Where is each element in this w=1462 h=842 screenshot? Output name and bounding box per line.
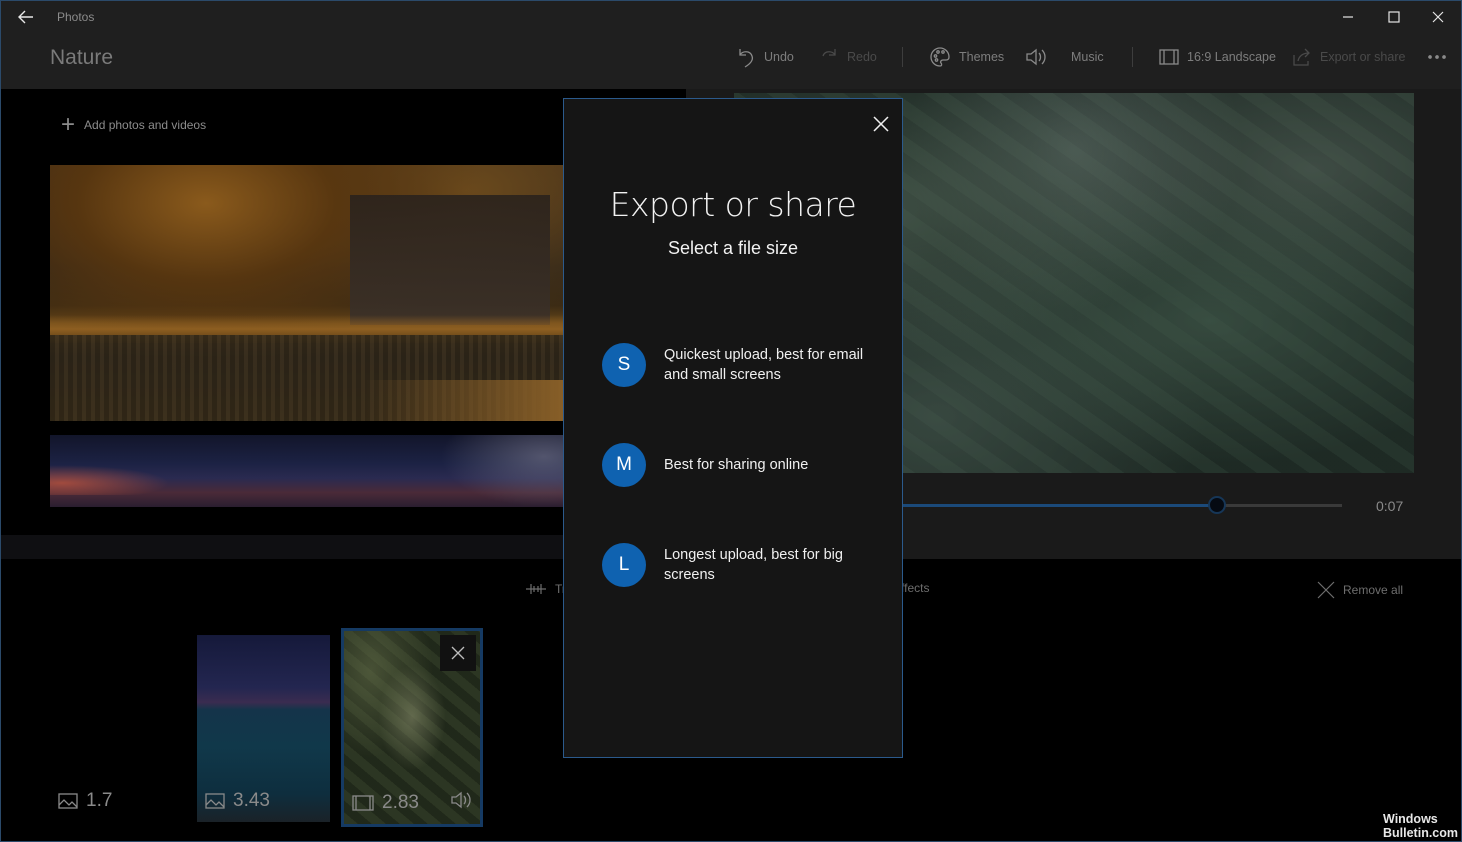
storyboard-card-selected[interactable]: 2.83 <box>341 628 483 827</box>
storyboard-card[interactable]: 1.7 <box>50 635 183 822</box>
speaker-icon <box>1026 48 1046 66</box>
card-duration: 3.43 <box>233 790 270 811</box>
size-badge-large: L <box>602 543 646 587</box>
minimize-icon <box>1343 16 1353 18</box>
export-share-dialog: Export or share Select a file size S Qui… <box>563 98 903 758</box>
redo-button[interactable]: Redo <box>819 43 877 71</box>
image-icon <box>58 793 78 809</box>
export-share-button[interactable]: Export or share <box>1292 43 1405 71</box>
remove-all-button[interactable]: Remove all <box>1317 581 1403 599</box>
minimize-button[interactable] <box>1325 1 1371 33</box>
more-icon <box>1428 55 1446 59</box>
option-description: Longest upload, best for big screens <box>664 547 843 583</box>
close-window-button[interactable] <box>1415 1 1461 33</box>
card-duration: 2.83 <box>382 792 419 813</box>
close-icon <box>1432 11 1444 23</box>
playback-time: 0:07 <box>1376 498 1404 514</box>
photos-app-window: Photos Nature Undo Redo Themes Music 16:… <box>0 0 1462 842</box>
card-duration: 1.7 <box>86 790 113 811</box>
toolbar-divider <box>902 47 903 67</box>
effects-button[interactable]: ffects <box>901 581 929 595</box>
photo-detail-ground <box>362 380 570 421</box>
option-description: Best for sharing online <box>664 457 809 473</box>
back-button[interactable] <box>11 5 41 29</box>
trim-button[interactable]: Tr <box>525 581 566 597</box>
music-label: Music <box>1071 50 1104 64</box>
undo-label: Undo <box>764 50 794 64</box>
effects-label: ffects <box>901 581 930 595</box>
more-options-button[interactable] <box>1427 43 1447 71</box>
close-icon <box>873 116 889 132</box>
dialog-title: Export or share <box>609 185 857 224</box>
dialog-subtitle: Select a file size <box>667 238 799 258</box>
dialog-close-button[interactable] <box>868 111 894 137</box>
title-bar: Photos <box>1 1 1461 33</box>
file-size-option-large[interactable]: L Longest upload, best for big screens <box>602 543 872 587</box>
card-audio-button[interactable] <box>450 791 472 814</box>
option-description: Quickest upload, best for email and smal… <box>664 347 864 383</box>
toolbar: Undo Redo Themes Music 16:9 Landscape Ex… <box>1 43 1461 71</box>
library-item-autumn-photo[interactable] <box>50 165 570 421</box>
size-badge-small: S <box>602 343 646 387</box>
watermark: Windows Bulletin.com <box>1383 812 1458 840</box>
aspect-ratio-icon <box>1159 49 1179 65</box>
arrow-left-icon <box>18 10 33 24</box>
export-share-label: Export or share <box>1320 50 1406 64</box>
scrubber-handle[interactable] <box>1208 496 1227 514</box>
library-item-sky-photo[interactable] <box>50 435 570 507</box>
maximize-button[interactable] <box>1371 1 1417 33</box>
trim-icon <box>526 584 546 594</box>
themes-label: Themes <box>959 50 1005 64</box>
scrubber-progress <box>896 504 1218 507</box>
video-icon <box>352 795 374 811</box>
file-size-option-small[interactable]: S Quickest upload, best for email and sm… <box>602 343 872 387</box>
file-size-option-medium[interactable]: M Best for sharing online <box>602 443 872 487</box>
project-header: Nature Undo Redo Themes Music 16:9 Lands… <box>1 33 1461 89</box>
app-title: Photos <box>57 10 95 24</box>
redo-label: Redo <box>847 50 877 64</box>
storyboard-card[interactable]: 3.43 <box>197 635 330 822</box>
photo-detail-house <box>350 195 550 325</box>
remove-all-label: Remove all <box>1343 583 1404 597</box>
maximize-icon <box>1388 11 1400 23</box>
card-info: 1.7 <box>58 790 112 812</box>
size-badge-medium: M <box>602 443 646 487</box>
undo-icon <box>739 49 753 68</box>
remove-all-icon <box>1317 581 1335 599</box>
palette-icon <box>930 47 950 67</box>
themes-button[interactable]: Themes <box>929 43 1004 71</box>
aspect-ratio-button[interactable]: 16:9 Landscape <box>1159 43 1276 71</box>
plus-icon: + <box>61 111 76 138</box>
toolbar-divider <box>1132 47 1133 67</box>
speaker-icon <box>451 791 471 809</box>
share-icon <box>1293 48 1310 66</box>
remove-card-button[interactable] <box>440 635 476 671</box>
watermark-line-1: Windows <box>1383 812 1438 826</box>
image-icon <box>205 793 225 809</box>
card-info: 2.83 <box>352 792 419 814</box>
card-info: 3.43 <box>205 790 270 812</box>
close-icon <box>451 646 465 660</box>
aspect-ratio-label: 16:9 Landscape <box>1187 50 1276 64</box>
music-button[interactable]: Music <box>1025 43 1104 71</box>
watermark-line-2: Bulletin.com <box>1383 826 1459 840</box>
undo-button[interactable]: Undo <box>736 43 794 71</box>
redo-icon <box>822 49 836 57</box>
add-photos-videos-label: Add photos and videos <box>84 118 207 132</box>
add-photos-videos-button[interactable]: + Add photos and videos <box>61 111 207 138</box>
playback-scrubber[interactable] <box>896 496 1342 514</box>
